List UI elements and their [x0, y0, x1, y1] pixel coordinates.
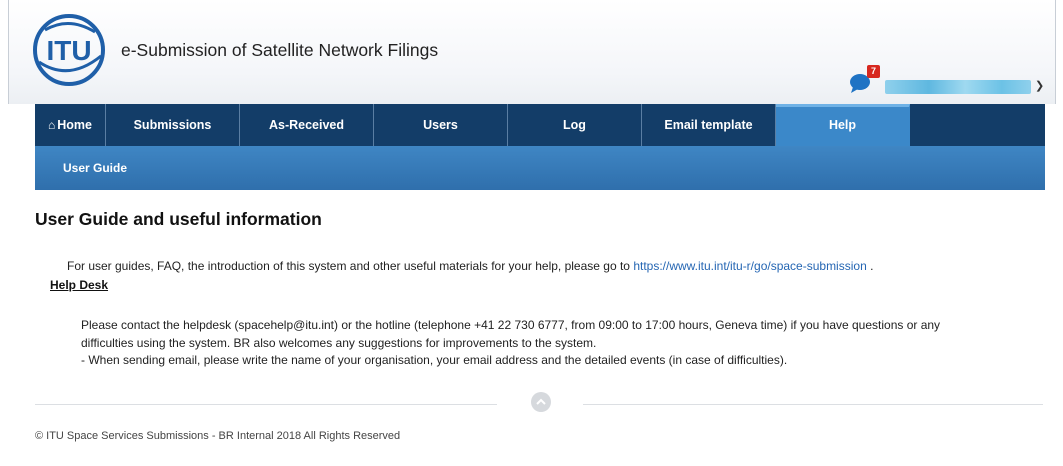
nav-home[interactable]: ⌂ Home — [35, 104, 106, 146]
divider-right — [583, 404, 1043, 405]
intro-prefix: For user guides, FAQ, the introduction o… — [67, 259, 630, 273]
helpdesk-line-3: - When sending email, please write the n… — [81, 353, 788, 367]
subnav-user-guide[interactable]: User Guide — [63, 146, 127, 190]
space-submission-link[interactable]: https://www.itu.int/itu-r/go/space-submi… — [633, 259, 866, 273]
notification-badge: 7 — [867, 65, 880, 78]
itu-logo[interactable]: ITU — [31, 12, 107, 92]
intro-text: For user guides, FAQ, the introduction o… — [67, 259, 873, 273]
divider-left — [35, 404, 497, 405]
nav-submissions[interactable]: Submissions — [106, 104, 240, 146]
scroll-top-button[interactable] — [531, 392, 551, 412]
home-icon: ⌂ — [48, 118, 56, 132]
app-title: e-Submission of Satellite Network Filing… — [121, 40, 439, 60]
nav-as-received[interactable]: As-Received — [240, 104, 374, 146]
helpdesk-line-2: difficulties using the system. BR also w… — [81, 336, 597, 350]
nav-email-template[interactable]: Email template — [642, 104, 776, 146]
chevron-up-icon — [536, 398, 546, 405]
logo-text: ITU — [46, 35, 91, 66]
intro-suffix: . — [870, 259, 874, 273]
nav-users[interactable]: Users — [374, 104, 508, 146]
page-title: User Guide and useful information — [35, 209, 322, 229]
helpdesk-line-1: Please contact the helpdesk (spacehelp@i… — [81, 318, 941, 332]
main-nav: ⌂ Home Submissions As-Received Users Log … — [35, 104, 1045, 146]
chevron-down-icon[interactable]: ❯ — [1035, 79, 1044, 92]
user-name-redacted[interactable] — [885, 80, 1031, 94]
nav-log[interactable]: Log — [508, 104, 642, 146]
footer-copyright: © ITU Space Services Submissions - BR In… — [35, 430, 401, 442]
nav-help[interactable]: Help — [776, 104, 910, 146]
sub-nav: User Guide — [35, 146, 1045, 190]
helpdesk-heading: Help Desk — [50, 278, 109, 292]
nav-home-label: Home — [57, 118, 92, 132]
